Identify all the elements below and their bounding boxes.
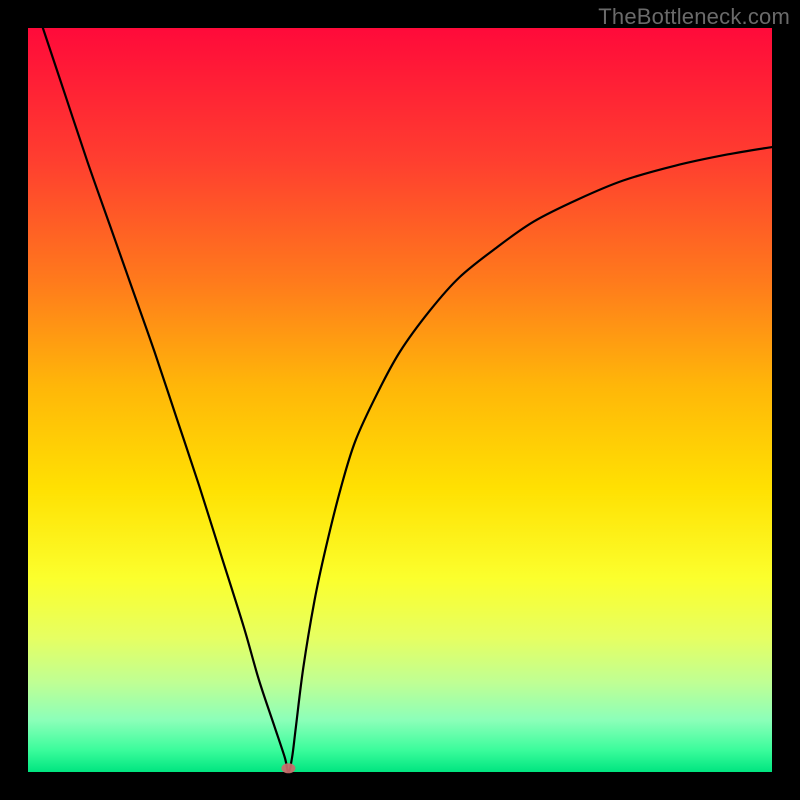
optimum-marker	[281, 763, 295, 773]
watermark: TheBottleneck.com	[598, 4, 790, 30]
curve-layer	[28, 28, 772, 772]
bottleneck-curve	[43, 28, 772, 772]
chart-frame: TheBottleneck.com	[0, 0, 800, 800]
plot-area	[28, 28, 772, 772]
